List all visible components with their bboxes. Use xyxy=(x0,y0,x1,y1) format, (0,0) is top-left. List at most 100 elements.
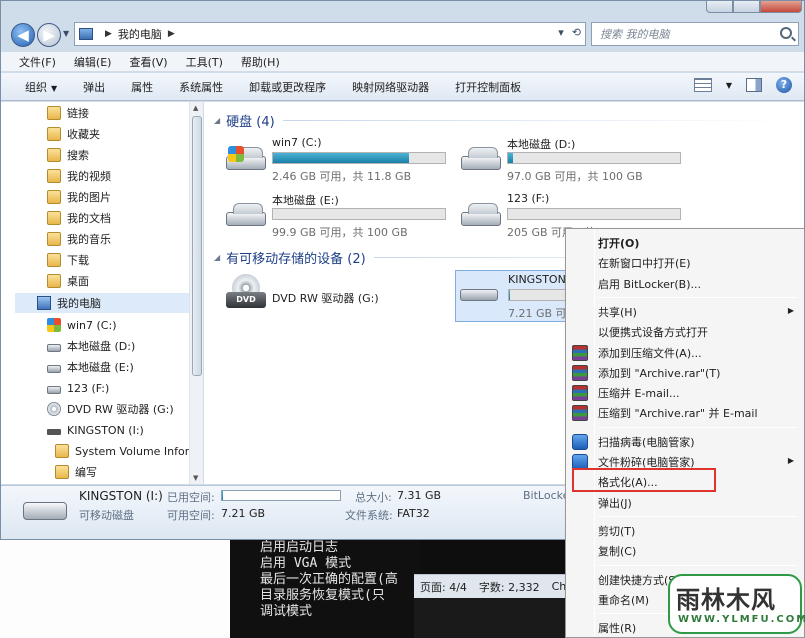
menu-item-label: 以便携式设备方式打开 xyxy=(598,326,708,340)
background-document xyxy=(0,538,230,638)
back-button[interactable]: ◀ xyxy=(11,23,35,47)
context-menu-item[interactable]: 扫描病毒(电脑管家) xyxy=(568,432,802,452)
context-menu-item[interactable]: 添加到 "Archive.rar"(T) xyxy=(568,363,802,383)
close-button[interactable] xyxy=(760,1,802,13)
nav-item-pictures[interactable]: 我的图片 xyxy=(47,187,111,207)
context-menu-item[interactable]: 压缩并 E-mail... xyxy=(568,383,802,403)
map-drive-button[interactable]: 映射网络驱动器 xyxy=(352,79,429,95)
menu-item-label: 重命名(M) xyxy=(598,593,650,607)
capacity-bar xyxy=(272,152,446,164)
capacity-fill xyxy=(509,290,510,300)
forward-button[interactable]: ▶ xyxy=(37,23,61,47)
nav-item-music[interactable]: 我的音乐 xyxy=(47,229,111,249)
collapse-icon[interactable]: ◢ xyxy=(214,253,220,262)
nav-item-drive-d[interactable]: 本地磁盘 (D:) xyxy=(47,336,135,356)
hard-drive-icon xyxy=(47,344,61,352)
nav-item-computer[interactable]: 我的电脑 xyxy=(15,293,189,313)
system-properties-button[interactable]: 系统属性 xyxy=(179,79,223,95)
refresh-icon[interactable]: ⟲ xyxy=(572,26,581,39)
scroll-up-icon[interactable]: ▲ xyxy=(193,104,198,112)
breadcrumb-computer[interactable]: 我的电脑 xyxy=(118,26,162,42)
nav-item-search[interactable]: 搜索 xyxy=(47,145,89,165)
address-bar[interactable]: ▶ 我的电脑 ▶ ▾ ⟲ xyxy=(74,22,586,46)
context-menu-item[interactable]: 压缩到 "Archive.rar" 并 E-mail xyxy=(568,403,802,423)
collapse-icon[interactable]: ◢ xyxy=(214,116,220,125)
nav-scrollbar[interactable]: ▲ ▼ xyxy=(189,102,203,484)
preview-pane-icon[interactable] xyxy=(746,78,762,92)
menu-edit[interactable]: 编辑(E) xyxy=(74,54,112,70)
chevron-down-icon: ▼ xyxy=(51,83,58,93)
help-icon[interactable]: ? xyxy=(776,77,792,93)
hard-drive-icon xyxy=(461,147,501,170)
computer-icon xyxy=(79,28,93,40)
nav-item-desktop[interactable]: 桌面 xyxy=(47,271,89,291)
capacity-bar xyxy=(272,208,446,220)
nav-item-favorites[interactable]: 收藏夹 xyxy=(47,124,100,144)
menu-bar: 文件(F) 编辑(E) 查看(V) 工具(T) 帮助(H) xyxy=(1,52,804,72)
menu-separator xyxy=(598,515,798,517)
nav-item-drive-g[interactable]: DVD RW 驱动器 (G:) xyxy=(47,399,174,419)
nav-item-drive-f[interactable]: 123 (F:) xyxy=(47,378,109,398)
nav-item-drive-i[interactable]: KINGSTON (I:) xyxy=(47,420,144,440)
drive-tile-kingston[interactable]: KINGSTON 7.21 GB 可 xyxy=(455,270,570,322)
capacity-bar xyxy=(507,152,681,164)
scroll-down-icon[interactable]: ▼ xyxy=(193,474,198,482)
properties-button[interactable]: 属性 xyxy=(131,79,153,95)
nav-item-bianxie[interactable]: 编写 xyxy=(55,462,97,482)
organize-button[interactable]: 组织 ▼ xyxy=(25,79,57,95)
context-menu-item[interactable]: 打开(O) xyxy=(568,233,802,253)
nav-item-drive-e[interactable]: 本地磁盘 (E:) xyxy=(47,357,134,377)
menu-item-label: 剪切(T) xyxy=(598,524,636,538)
nav-item-system-volume[interactable]: System Volume Infor xyxy=(55,441,189,461)
search-icon[interactable] xyxy=(780,27,792,39)
drive-name: 123 (F:) xyxy=(507,192,550,205)
menu-view[interactable]: 查看(V) xyxy=(129,54,167,70)
nav-item-videos[interactable]: 我的视频 xyxy=(47,166,111,186)
recent-pages-dropdown[interactable]: ▼ xyxy=(63,29,69,38)
submenu-arrow-icon: ▶ xyxy=(787,456,794,465)
hard-drive-icon xyxy=(47,386,61,394)
chevron-right-icon[interactable]: ▶ xyxy=(105,29,112,39)
command-bar: 组织 ▼ 弹出 属性 系统属性 卸载或更改程序 映射网络驱动器 打开控制面板 ▼ … xyxy=(1,73,804,101)
capacity-bar xyxy=(508,289,568,301)
menu-file[interactable]: 文件(F) xyxy=(19,54,56,70)
context-menu-item[interactable]: 以便携式设备方式打开 xyxy=(568,322,802,342)
uninstall-button[interactable]: 卸载或更改程序 xyxy=(249,79,326,95)
view-options-icon[interactable] xyxy=(693,78,712,92)
free-space-value: 7.21 GB xyxy=(221,507,266,520)
context-menu-item[interactable]: 弹出(J) xyxy=(568,493,802,513)
total-size-label: 总大小: xyxy=(355,491,392,504)
menu-help[interactable]: 帮助(H) xyxy=(241,54,280,70)
group-header-hdd[interactable]: ◢ 硬盘 (4) xyxy=(214,110,794,130)
scrollbar-thumb[interactable] xyxy=(192,116,202,376)
minimize-button[interactable] xyxy=(706,1,733,13)
menu-item-label: 添加到压缩文件(A)... xyxy=(598,346,702,360)
menu-item-label: 添加到 "Archive.rar"(T) xyxy=(598,366,721,380)
drive-tile-d[interactable]: 本地磁盘 (D:) 97.0 GB 可用，共 100 GB xyxy=(459,136,699,186)
folder-icon xyxy=(55,444,69,458)
context-menu-item[interactable]: 启用 BitLocker(B)... xyxy=(568,274,802,294)
maximize-button[interactable] xyxy=(733,1,760,13)
context-menu-item[interactable]: 复制(C) xyxy=(568,541,802,561)
chevron-down-icon[interactable]: ▼ xyxy=(726,81,732,90)
search-input[interactable]: 搜索 我的电脑 xyxy=(591,22,799,46)
nav-item-drive-c[interactable]: win7 (C:) xyxy=(47,315,117,335)
nav-item-links[interactable]: 链接 xyxy=(47,103,89,123)
drive-tile-dvd[interactable]: DVD DVD RW 驱动器 (G:) xyxy=(224,274,464,324)
context-menu-item[interactable]: 添加到压缩文件(A)... xyxy=(568,343,802,363)
background-panel xyxy=(414,598,574,638)
address-dropdown-icon[interactable]: ▾ xyxy=(558,26,564,39)
context-menu-item[interactable]: 共享(H) ▶ xyxy=(568,302,802,322)
context-menu-item[interactable]: 在新窗口中打开(E) xyxy=(568,253,802,273)
chevron-right-icon[interactable]: ▶ xyxy=(168,29,175,39)
drive-tile-e[interactable]: 本地磁盘 (E:) 99.9 GB 可用，共 100 GB xyxy=(224,192,464,242)
menu-item-label: 压缩到 "Archive.rar" 并 E-mail xyxy=(598,407,758,421)
nav-item-documents[interactable]: 我的文档 xyxy=(47,208,111,228)
menu-tools[interactable]: 工具(T) xyxy=(186,54,223,70)
context-menu-item[interactable]: 剪切(T) xyxy=(568,521,802,541)
control-panel-button[interactable]: 打开控制面板 xyxy=(455,79,521,95)
nav-item-downloads[interactable]: 下载 xyxy=(47,250,89,270)
drive-tile-c[interactable]: win7 (C:) 2.46 GB 可用，共 11.8 GB xyxy=(224,136,464,186)
eject-button[interactable]: 弹出 xyxy=(83,79,105,95)
used-space-label: 已用空间: xyxy=(167,491,215,504)
